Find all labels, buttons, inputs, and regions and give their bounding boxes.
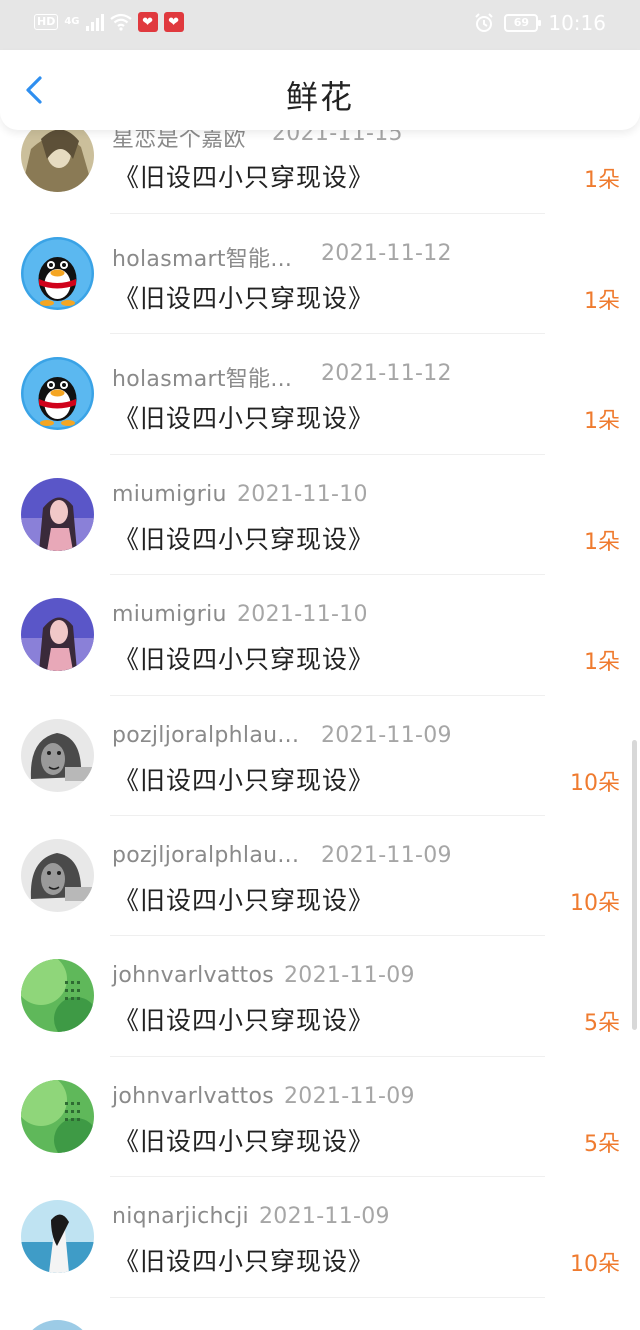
gift-date: 2021-11-10 xyxy=(237,602,368,627)
sea-girl-avatar xyxy=(21,1200,94,1273)
lion-avatar xyxy=(21,839,94,912)
flower-count: 10朵 xyxy=(570,891,620,916)
flower-count: 10朵 xyxy=(570,771,620,796)
work-title: 《旧设四小只穿现设》 xyxy=(114,886,375,915)
user-name: holasmart智能... xyxy=(112,247,293,272)
user-name: miumigriu xyxy=(112,602,227,627)
work-title: 《旧设四小只穿现设》 xyxy=(114,645,375,674)
divider xyxy=(110,1297,545,1298)
flower-count: 5朵 xyxy=(584,1132,620,1157)
user-name: johnvarlvattos xyxy=(112,963,274,988)
lion-avatar xyxy=(21,719,94,792)
flower-count: 5朵 xyxy=(584,1011,620,1036)
gift-date: 2021-11-09 xyxy=(284,1084,415,1109)
gift-date: 2021-11-12 xyxy=(321,241,452,266)
user-name: holasmart智能... xyxy=(112,367,293,392)
list-item[interactable]: pozjljoralphlau... 2021-11-09 《旧设四小只穿现设》… xyxy=(0,815,640,935)
list-item[interactable]: miumigriu 2021-11-10 《旧设四小只穿现设》 1朵 xyxy=(0,454,640,574)
purple-girl-avatar xyxy=(21,598,94,671)
list-item[interactable]: johnvarlvattos 2021-11-09 《旧设四小只穿现设》 5朵 xyxy=(0,935,640,1055)
list-item[interactable]: holasmart智能... 2021-11-12 《旧设四小只穿现设》 1朵 xyxy=(0,213,640,333)
purple-girl-avatar xyxy=(21,478,94,551)
gift-date: 2021-11-10 xyxy=(237,482,368,507)
gift-record-list: 星恋是个嘉欧 2021-11-15 《旧设四小只穿现设》 1朵 holasmar… xyxy=(0,0,640,1330)
gift-date: 2021-11-09 xyxy=(321,723,452,748)
list-item[interactable]: miumigriu 2021-11-10 《旧设四小只穿现设》 1朵 xyxy=(0,574,640,694)
list-item[interactable]: pozjljoralphlau... 2021-11-09 《旧设四小只穿现设》… xyxy=(0,695,640,815)
work-title: 《旧设四小只穿现设》 xyxy=(114,1127,375,1156)
green-calendar-avatar xyxy=(21,1080,94,1153)
user-name: miumigriu xyxy=(112,482,227,507)
page-title: 鲜花 xyxy=(285,78,354,116)
work-title: 《旧设四小只穿现设》 xyxy=(114,1006,375,1035)
green-calendar-avatar xyxy=(21,959,94,1032)
flower-count: 10朵 xyxy=(570,1252,620,1277)
user-name: pozjljoralphlau... xyxy=(112,843,300,868)
work-title: 《旧设四小只穿现设》 xyxy=(114,404,375,433)
penguin-avatar xyxy=(21,357,94,430)
flower-count: 1朵 xyxy=(584,289,620,314)
user-name: pozjljoralphlau... xyxy=(112,723,300,748)
penguin-avatar xyxy=(21,237,94,310)
nav-bar: 鲜花 xyxy=(0,50,640,130)
list-item[interactable]: holasmart智能... 2021-11-12 《旧设四小只穿现设》 1朵 xyxy=(0,333,640,453)
user-name: niqnarjichcji xyxy=(112,1204,249,1229)
work-title: 《旧设四小只穿现设》 xyxy=(114,525,375,554)
work-title: 《旧设四小只穿现设》 xyxy=(114,163,375,192)
gift-date: 2021-11-12 xyxy=(321,361,452,386)
gift-date: 2021-11-09 xyxy=(259,1204,390,1229)
gift-date: 2021-11-09 xyxy=(284,963,415,988)
flower-count: 1朵 xyxy=(584,530,620,555)
work-title: 《旧设四小只穿现设》 xyxy=(114,766,375,795)
user-name: johnvarlvattos xyxy=(112,1084,274,1109)
flower-count: 1朵 xyxy=(584,650,620,675)
flower-count: 1朵 xyxy=(584,409,620,434)
scrollbar[interactable] xyxy=(632,740,637,1030)
avatar xyxy=(21,1320,94,1330)
work-title: 《旧设四小只穿现设》 xyxy=(114,284,375,313)
work-title: 《旧设四小只穿现设》 xyxy=(114,1247,375,1276)
list-item[interactable]: niqnarjichcji 2021-11-09 《旧设四小只穿现设》 10朵 xyxy=(0,1176,640,1296)
flower-count: 1朵 xyxy=(584,168,620,193)
gift-date: 2021-11-09 xyxy=(321,843,452,868)
list-item[interactable]: johnvarlvattos 2021-11-09 《旧设四小只穿现设》 5朵 xyxy=(0,1056,640,1176)
